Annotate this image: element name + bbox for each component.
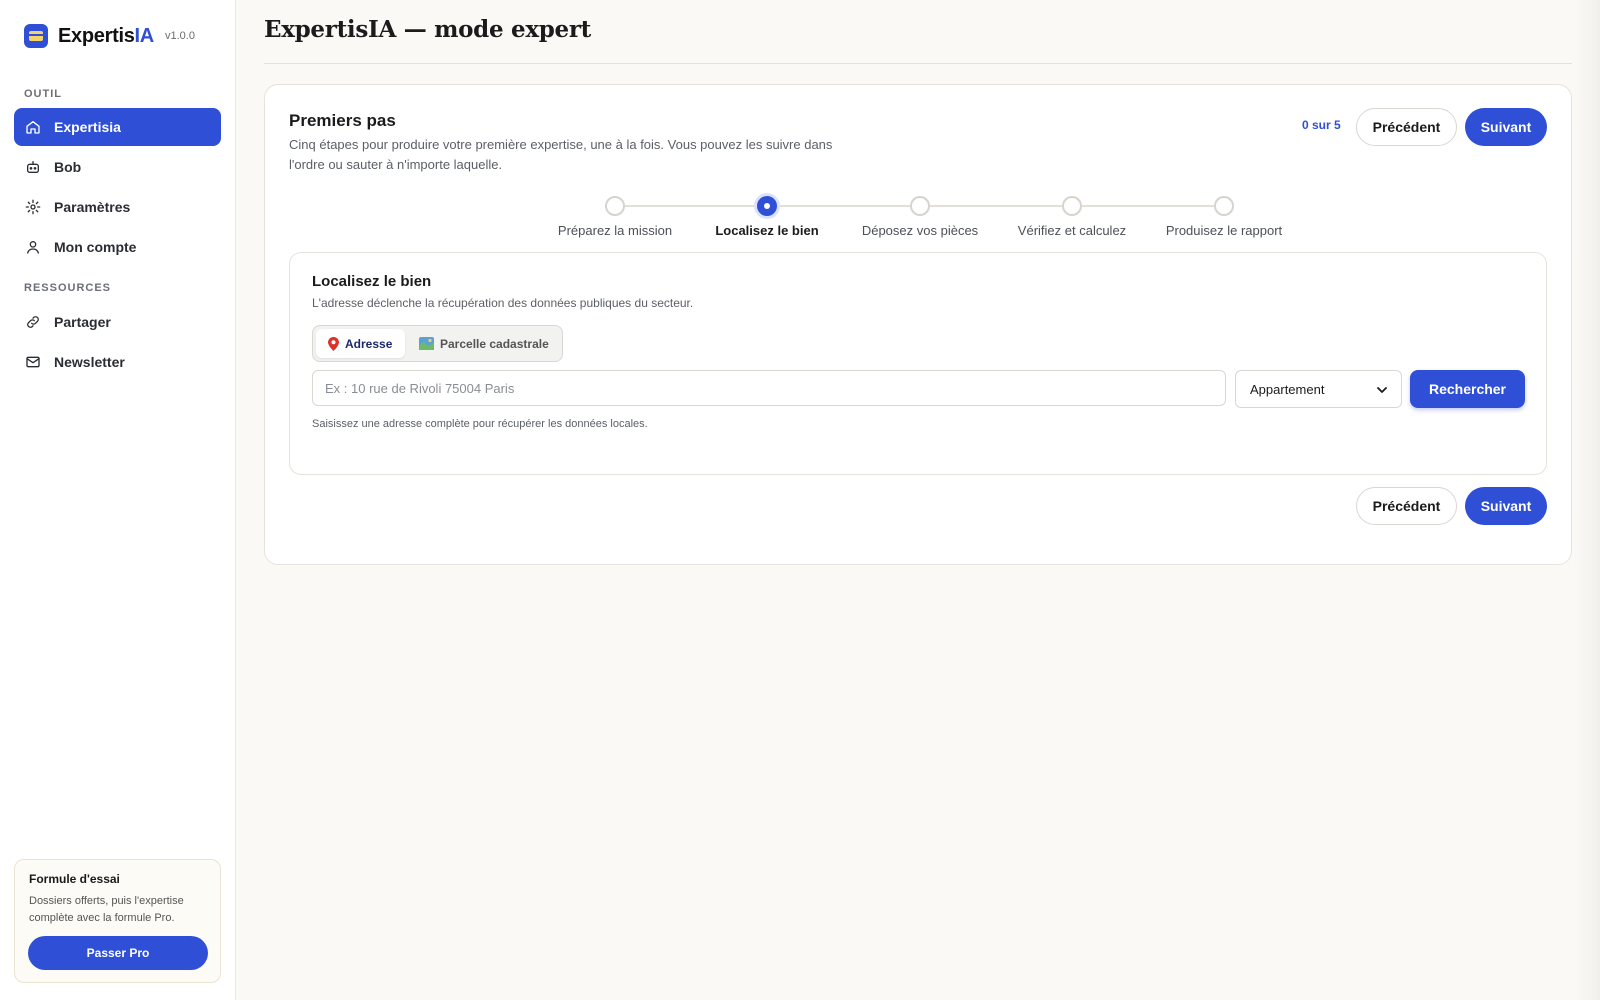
step-produisez-le-rapport[interactable]: Produisez le rapport xyxy=(1144,189,1304,238)
gear-icon xyxy=(24,198,42,216)
locate-mode-toggle: Adresse Parcelle cadastrale xyxy=(312,325,563,362)
step-label: Vérifiez et calculez xyxy=(1017,223,1127,238)
step-label: Produisez le rapport xyxy=(1165,223,1283,238)
search-button[interactable]: Rechercher xyxy=(1410,370,1525,408)
sidebar-item-label: Expertisia xyxy=(54,119,121,135)
locate-title: Localisez le bien xyxy=(312,273,432,290)
progress-count: 0 sur 5 xyxy=(1302,118,1341,132)
step-dot xyxy=(1062,196,1082,216)
step-label: Localisez le bien xyxy=(715,223,819,238)
robot-icon xyxy=(24,158,42,176)
onboarding-description: Cinq étapes pour produire votre première… xyxy=(289,137,833,172)
sidebar-item-mon-compte[interactable]: Mon compte xyxy=(14,228,221,266)
sidebar-item-label: Mon compte xyxy=(54,239,137,255)
onboarding-card: Premiers pas Cinq étapes pour produire v… xyxy=(264,84,1572,565)
step-dot-active xyxy=(757,196,777,216)
sidebar-item-label: Newsletter xyxy=(54,354,125,370)
home-icon xyxy=(24,118,42,136)
step-dot xyxy=(910,196,930,216)
page-title: ExpertisIA — mode expert xyxy=(264,16,592,43)
sidebar-item-partager[interactable]: Partager xyxy=(14,303,221,341)
sidebar-item-label: Partager xyxy=(54,314,111,330)
trial-description: Dossiers offerts, puis l'expertise compl… xyxy=(29,895,184,924)
brand-logo-icon xyxy=(24,24,48,48)
locate-description: L'adresse déclenche la récupération des … xyxy=(312,296,694,310)
title-divider xyxy=(264,63,1572,64)
map-icon xyxy=(419,337,434,350)
previous-button-bottom[interactable]: Précédent xyxy=(1356,487,1457,525)
scrollbar-track[interactable] xyxy=(1574,0,1600,1000)
sidebar-item-label: Paramètres xyxy=(54,199,131,215)
user-icon xyxy=(24,238,42,256)
pin-icon xyxy=(328,336,339,351)
brand[interactable]: ExpertisIA xyxy=(24,22,154,50)
tab-parcelle-cadastrale[interactable]: Parcelle cadastrale xyxy=(409,329,561,358)
locate-panel: Localisez le bien L'adresse déclenche la… xyxy=(289,252,1547,475)
section-label-outil: OUTIL xyxy=(24,88,62,100)
address-hint: Saisissez une adresse complète pour récu… xyxy=(312,418,648,430)
upgrade-pro-button[interactable]: Passer Pro xyxy=(28,936,208,970)
sidebar-item-newsletter[interactable]: Newsletter xyxy=(14,343,221,381)
sidebar-item-bob[interactable]: Bob xyxy=(14,148,221,186)
tab-label: Parcelle cadastrale xyxy=(440,336,549,351)
step-dot xyxy=(605,196,625,216)
trial-title: Formule d'essai xyxy=(29,872,120,886)
section-label-ressources: RESSOURCES xyxy=(24,282,112,294)
step-deposez-vos-pieces[interactable]: Déposez vos pièces xyxy=(840,189,1000,238)
step-label: Déposez vos pièces xyxy=(861,223,979,238)
sidebar-item-expertisia[interactable]: Expertisia xyxy=(14,108,221,146)
tab-adresse[interactable]: Adresse xyxy=(316,329,405,358)
tab-label: Adresse xyxy=(345,336,393,351)
property-type-select[interactable]: Appartement xyxy=(1235,370,1402,408)
version-label: v1.0.0 xyxy=(165,30,195,42)
address-search-input[interactable] xyxy=(312,370,1226,406)
step-label: Préparez la mission xyxy=(557,223,673,238)
link-icon xyxy=(24,313,42,331)
previous-button-top[interactable]: Précédent xyxy=(1356,108,1457,146)
property-type-value: Appartement xyxy=(1250,381,1325,397)
sidebar-item-label: Bob xyxy=(54,159,82,175)
stepper: Préparez la mission Localisez le bien Dé… xyxy=(265,189,1573,249)
step-verifiez-et-calculez[interactable]: Vérifiez et calculez xyxy=(992,189,1152,238)
step-preparez-la-mission[interactable]: Préparez la mission xyxy=(535,189,695,238)
step-dot xyxy=(1214,196,1234,216)
onboarding-title: Premiers pas xyxy=(289,111,396,130)
chevron-down-icon xyxy=(1377,382,1387,397)
next-button-bottom[interactable]: Suivant xyxy=(1465,487,1547,525)
next-button-top[interactable]: Suivant xyxy=(1465,108,1547,146)
brand-name: ExpertisIA xyxy=(58,24,154,47)
trial-card: Formule d'essai Dossiers offerts, puis l… xyxy=(14,859,221,983)
sidebar: ExpertisIA v1.0.0 OUTIL Expertisia Bob P… xyxy=(0,0,236,1000)
mail-icon xyxy=(24,353,42,371)
sidebar-item-parametres[interactable]: Paramètres xyxy=(14,188,221,226)
step-localisez-le-bien[interactable]: Localisez le bien xyxy=(687,189,847,238)
